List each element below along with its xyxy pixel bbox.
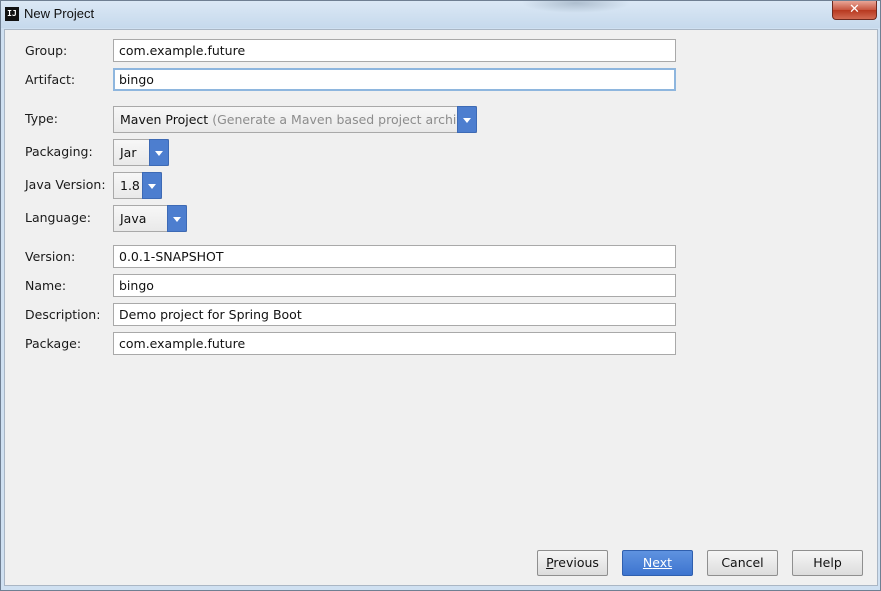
language-value: Java — [120, 211, 147, 226]
java-version-dropdown[interactable]: 1.8 — [113, 172, 162, 199]
type-label: Type: — [25, 111, 58, 126]
title-bar[interactable]: IJ New Project ✕ — [1, 1, 880, 28]
java-version-label: Java Version: — [25, 177, 106, 192]
title-bar-blur — [521, 1, 631, 13]
type-hint: (Generate a Maven based project archive) — [212, 112, 477, 127]
packaging-label: Packaging: — [25, 144, 93, 159]
artifact-label: Artifact: — [25, 72, 76, 87]
next-label: ext — [652, 555, 673, 570]
chevron-down-icon[interactable] — [142, 172, 162, 199]
help-button[interactable]: Help — [792, 550, 863, 576]
description-field[interactable]: Demo project for Spring Boot — [113, 303, 676, 326]
cancel-label: Cancel — [721, 555, 764, 570]
type-selected: Maven Project — [120, 112, 209, 127]
close-icon: ✕ — [849, 2, 860, 17]
version-field[interactable]: 0.0.1-SNAPSHOT — [113, 245, 676, 268]
version-label: Version: — [25, 249, 76, 264]
help-label: Help — [813, 555, 842, 570]
language-label: Language: — [25, 210, 91, 225]
description-label: Description: — [25, 307, 101, 322]
name-field[interactable]: bingo — [113, 274, 676, 297]
artifact-field[interactable]: bingo — [113, 68, 676, 91]
chevron-down-icon[interactable] — [457, 106, 477, 133]
java-version-value: 1.8 — [120, 178, 140, 193]
intellij-icon: IJ — [5, 7, 19, 21]
next-mnemonic: N — [642, 555, 653, 570]
chevron-down-icon[interactable] — [167, 205, 187, 232]
previous-label: revious — [553, 555, 599, 570]
language-dropdown[interactable]: Java — [113, 205, 187, 232]
new-project-window: IJ New Project ✕ Group: com.example.futu… — [0, 0, 881, 591]
packaging-dropdown[interactable]: Jar — [113, 139, 169, 166]
group-label: Group: — [25, 43, 68, 58]
previous-button[interactable]: Previous — [537, 550, 608, 576]
close-button[interactable]: ✕ — [832, 1, 877, 20]
dialog-content: Group: com.example.future Artifact: bing… — [4, 29, 878, 586]
type-dropdown[interactable]: Maven Project (Generate a Maven based pr… — [113, 106, 477, 133]
chevron-down-icon[interactable] — [149, 139, 169, 166]
type-value: Maven Project (Generate a Maven based pr… — [120, 112, 476, 127]
next-button[interactable]: Next — [622, 550, 693, 576]
group-field[interactable]: com.example.future — [113, 39, 676, 62]
packaging-value: Jar — [120, 145, 137, 160]
window-title: New Project — [24, 6, 95, 21]
cancel-button[interactable]: Cancel — [707, 550, 778, 576]
package-label: Package: — [25, 336, 82, 351]
name-label: Name: — [25, 278, 67, 293]
package-field[interactable]: com.example.future — [113, 332, 676, 355]
